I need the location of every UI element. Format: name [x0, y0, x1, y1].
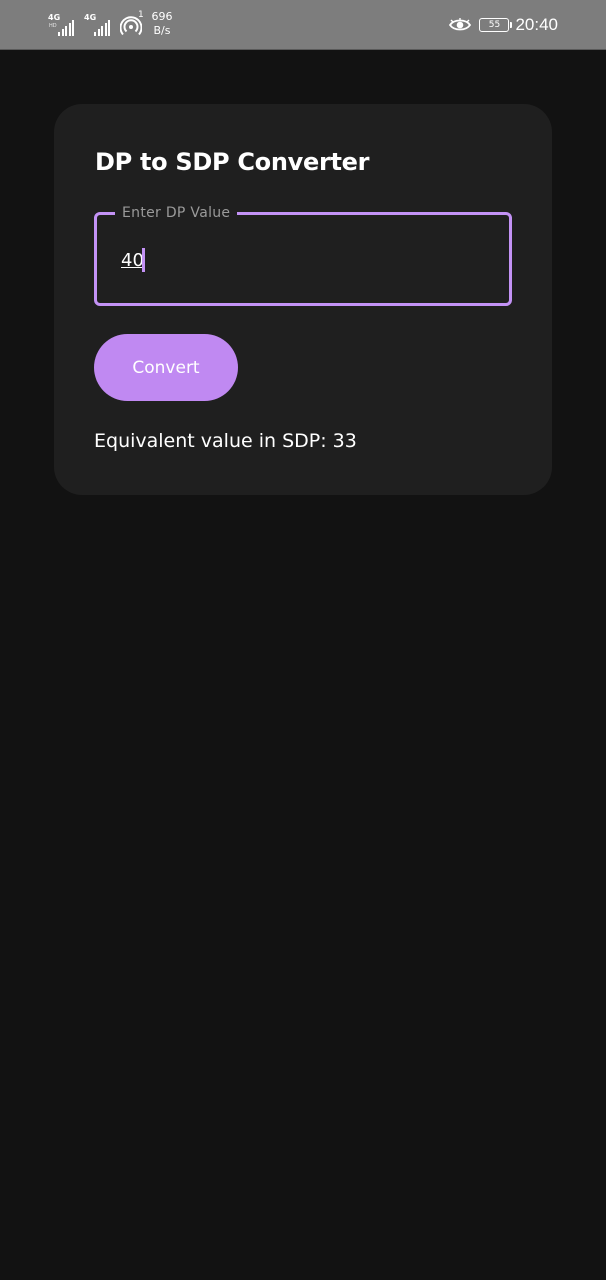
dp-value-input[interactable] — [121, 245, 481, 275]
convert-button[interactable]: Convert — [94, 334, 238, 401]
page-title: DP to SDP Converter — [95, 148, 370, 176]
sim2-signal-icon: 4G — [84, 12, 116, 38]
dp-value-label: Enter DP Value — [115, 204, 238, 222]
text-cursor — [142, 248, 145, 272]
clock: 20:40 — [515, 15, 558, 34]
speed-value: 696 — [151, 10, 173, 23]
hotspot-count: 1 — [138, 10, 144, 20]
battery-icon: 55 — [479, 18, 513, 32]
status-bar: 4G HD 4G 1 696 B/s 55 20:40 — [0, 0, 606, 50]
status-left: 4G HD 4G — [48, 10, 146, 40]
eye-icon — [449, 18, 472, 31]
status-right: 55 20:40 — [449, 12, 558, 38]
speed-unit: B/s — [153, 24, 171, 37]
battery-level: 55 — [488, 20, 501, 30]
dp-value-field[interactable]: Enter DP Value — [94, 204, 512, 306]
converter-card: DP to SDP Converter Enter DP Value Conve… — [54, 104, 552, 495]
network-speed: 696 B/s — [150, 10, 174, 38]
result-text: Equivalent value in SDP: 33 — [94, 430, 357, 452]
sim1-signal-icon: 4G HD — [48, 12, 80, 38]
